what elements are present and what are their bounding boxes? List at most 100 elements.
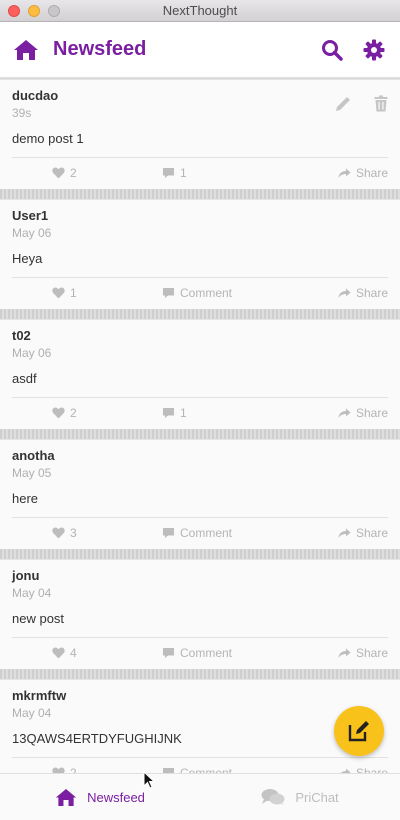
page-title: Newsfeed	[53, 38, 147, 60]
like-count: 3	[70, 526, 77, 540]
edit-post-button[interactable]	[335, 95, 352, 117]
like-count: 4	[70, 646, 77, 660]
heart-icon	[52, 407, 65, 419]
like-button[interactable]: 2	[52, 766, 77, 773]
like-count: 2	[70, 766, 77, 773]
post-divider	[12, 517, 388, 518]
comment-label: 1	[180, 406, 187, 420]
home-icon	[55, 788, 77, 806]
share-label: Share	[355, 766, 388, 773]
comment-icon	[163, 168, 174, 178]
post-content: Heya	[12, 251, 43, 266]
share-icon	[338, 408, 351, 418]
newsfeed-list[interactable]: ducdao 39s demo post 1 2 1 Share User1 M…	[0, 79, 400, 773]
close-window-button[interactable]	[8, 5, 20, 17]
comment-button[interactable]: Comment	[162, 286, 232, 300]
feed-post[interactable]: jonu May 04 new post 4 Comment Share	[0, 559, 400, 679]
post-separator	[0, 669, 400, 679]
post-timestamp: May 06	[12, 226, 52, 240]
share-button[interactable]: Share	[338, 646, 388, 660]
share-button[interactable]: Share	[338, 766, 388, 773]
comment-button[interactable]: Comment	[162, 526, 232, 540]
minimize-window-button[interactable]	[28, 5, 40, 17]
post-actions: 2 Comment Share	[12, 764, 388, 773]
post-divider	[12, 637, 388, 638]
comment-button[interactable]: Comment	[162, 766, 232, 773]
comment-icon	[163, 408, 174, 418]
heart-icon	[52, 287, 65, 299]
post-timestamp: May 05	[12, 466, 52, 480]
feed-post[interactable]: anotha May 05 here 3 Comment Share	[0, 439, 400, 559]
post-author[interactable]: t02	[12, 328, 388, 345]
zoom-window-button[interactable]	[48, 5, 60, 17]
home-button[interactable]	[12, 36, 40, 64]
post-tools	[335, 95, 388, 117]
share-button[interactable]: Share	[338, 166, 388, 180]
search-icon	[322, 39, 343, 61]
comment-button[interactable]: Comment	[162, 646, 232, 660]
comment-icon	[163, 648, 174, 658]
post-author[interactable]: jonu	[12, 568, 388, 585]
share-label: Share	[355, 646, 388, 660]
post-divider	[12, 157, 388, 158]
share-button[interactable]: Share	[338, 526, 388, 540]
feed-post[interactable]: ducdao 39s demo post 1 2 1 Share	[0, 79, 400, 199]
post-content: here	[12, 491, 39, 506]
post-separator	[0, 429, 400, 439]
window-titlebar: NextThought	[0, 0, 400, 22]
post-divider	[12, 277, 388, 278]
post-author[interactable]: ducdao	[12, 88, 388, 105]
post-timestamp: May 06	[12, 346, 52, 360]
feed-post[interactable]: t02 May 06 asdf 2 1 Share	[0, 319, 400, 439]
post-content: new post	[12, 611, 65, 626]
like-button[interactable]: 2	[52, 406, 77, 420]
comment-button[interactable]: 1	[162, 166, 187, 180]
post-author[interactable]: User1	[12, 208, 388, 225]
post-author[interactable]: mkrmftw	[12, 688, 388, 705]
comment-button[interactable]: 1	[162, 406, 187, 420]
nav-tab-label: Newsfeed	[87, 789, 145, 805]
nav-tab-label: PriChat	[295, 789, 339, 805]
post-content: asdf	[12, 371, 37, 386]
comment-icon	[163, 528, 174, 538]
post-actions: 4 Comment Share	[12, 644, 388, 662]
post-actions: 2 1 Share	[12, 404, 388, 422]
share-icon	[338, 528, 351, 538]
share-label: Share	[355, 406, 388, 420]
compose-post-button[interactable]	[334, 706, 384, 756]
mouse-cursor-icon	[143, 771, 155, 789]
post-actions: 2 1 Share	[12, 164, 388, 182]
heart-icon	[52, 647, 65, 659]
post-separator	[0, 309, 400, 319]
post-divider	[12, 757, 388, 758]
like-count: 2	[70, 406, 77, 420]
heart-icon	[52, 167, 65, 179]
nav-tab-prichat[interactable]: PriChat	[200, 774, 400, 820]
like-button[interactable]: 1	[52, 286, 77, 300]
chat-icon	[261, 789, 285, 805]
share-button[interactable]: Share	[338, 286, 388, 300]
post-separator	[0, 189, 400, 199]
share-icon	[338, 168, 351, 178]
comment-label: 1	[180, 166, 187, 180]
like-button[interactable]: 3	[52, 526, 77, 540]
nav-tab-newsfeed[interactable]: Newsfeed	[0, 774, 200, 820]
gear-icon	[363, 39, 385, 60]
like-button[interactable]: 4	[52, 646, 77, 660]
comment-icon	[163, 288, 174, 298]
search-button[interactable]	[318, 36, 346, 64]
heart-icon	[52, 527, 65, 539]
comment-label: Comment	[180, 646, 233, 660]
feed-post[interactable]: User1 May 06 Heya 1 Comment Share	[0, 199, 400, 319]
settings-button[interactable]	[360, 36, 388, 64]
like-button[interactable]: 2	[52, 166, 77, 180]
like-count: 2	[70, 166, 77, 180]
post-content: demo post 1	[12, 131, 84, 146]
post-content: 13QAWS4ERTDYFUGHIJNK	[12, 731, 182, 746]
share-button[interactable]: Share	[338, 406, 388, 420]
post-timestamp: May 04	[12, 586, 52, 600]
post-author[interactable]: anotha	[12, 448, 388, 465]
post-timestamp: May 04	[12, 706, 52, 720]
delete-post-button[interactable]	[374, 95, 388, 117]
share-icon	[338, 288, 351, 298]
